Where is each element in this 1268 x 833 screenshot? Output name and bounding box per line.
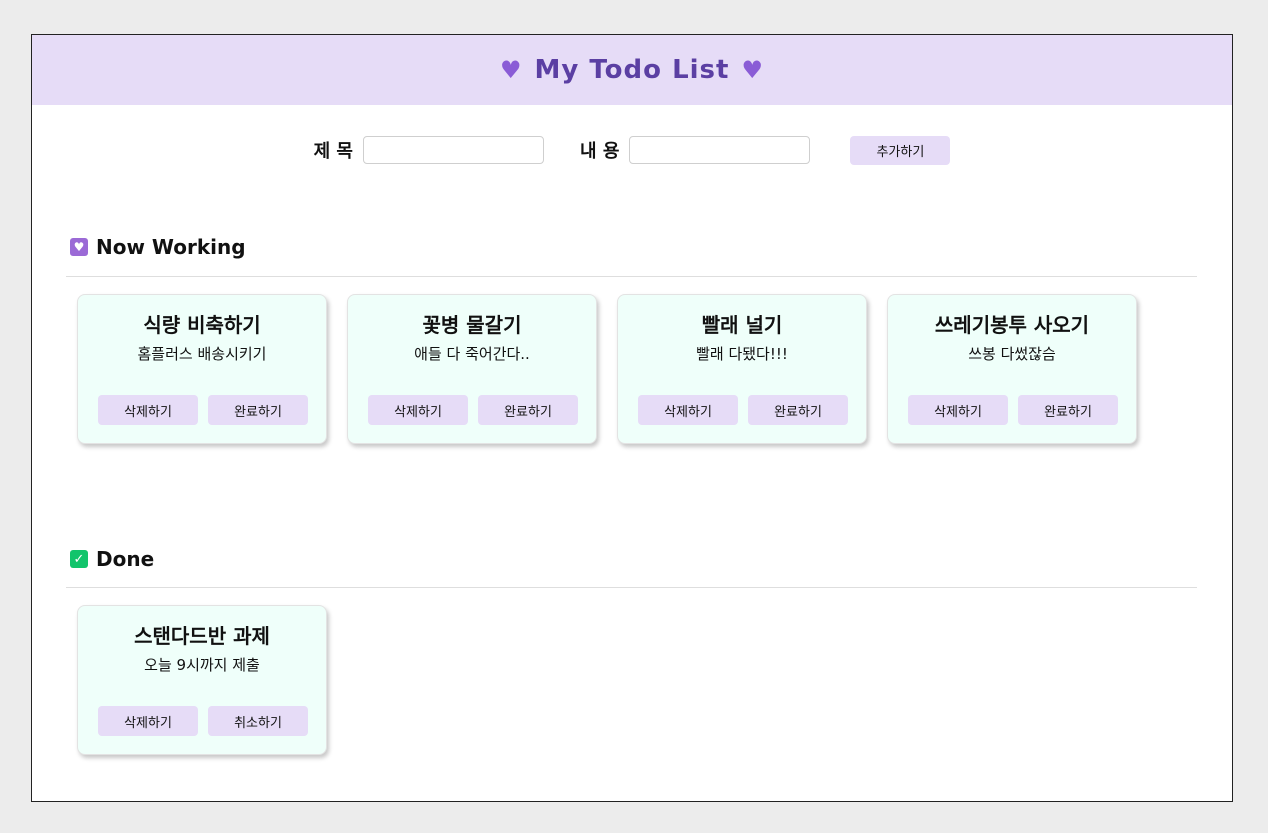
working-heading: Now Working [96, 235, 246, 259]
complete-button[interactable]: 완료하기 [208, 395, 308, 425]
add-button[interactable]: 추가하기 [850, 135, 951, 165]
app-header: ♥ My Todo List ♥ [32, 35, 1232, 105]
complete-button[interactable]: 완료하기 [478, 395, 578, 425]
todo-card-title: 스탠다드반 과제 [134, 624, 270, 648]
todo-card-actions: 삭제하기 취소하기 [98, 706, 308, 736]
done-heading: Done [96, 547, 155, 571]
heart-decoration-icon: ♥ [70, 238, 88, 256]
todo-card: 식량 비축하기 홈플러스 배송시키기 삭제하기 완료하기 [77, 294, 327, 444]
todo-card: 빨래 널기 빨래 다됐다!!! 삭제하기 완료하기 [617, 294, 867, 444]
title-label: 제 목 [313, 141, 353, 162]
todo-card-title: 꽃병 물갈기 [422, 313, 522, 337]
done-section-title: ✓ Done [70, 547, 154, 571]
content-label: 내 용 [580, 141, 620, 162]
todo-card-content: 빨래 다됐다!!! [696, 345, 788, 363]
working-cards: 식량 비축하기 홈플러스 배송시키기 삭제하기 완료하기 꽃병 물갈기 애들 다… [77, 294, 1137, 444]
app-frame: ♥ My Todo List ♥ 제 목 내 용 추가하기 ♥ Now Work… [31, 34, 1233, 802]
delete-button[interactable]: 삭제하기 [638, 395, 738, 425]
check-mark-icon: ✓ [70, 550, 88, 568]
add-todo-form: 제 목 내 용 추가하기 [32, 135, 1232, 165]
todo-card-content: 쓰봉 다썼잖슴 [968, 345, 1056, 363]
todo-card-content: 오늘 9시까지 제출 [144, 656, 260, 674]
delete-button[interactable]: 삭제하기 [98, 395, 198, 425]
title-input[interactable] [363, 136, 544, 164]
done-cards: 스탠다드반 과제 오늘 9시까지 제출 삭제하기 취소하기 [77, 605, 327, 755]
todo-card-content: 애들 다 죽어간다.. [414, 345, 530, 363]
todo-card-actions: 삭제하기 완료하기 [908, 395, 1118, 425]
done-divider [66, 587, 1197, 588]
todo-card-content: 홈플러스 배송시키기 [137, 345, 267, 363]
complete-button[interactable]: 완료하기 [748, 395, 848, 425]
app-title: ♥ My Todo List ♥ [500, 55, 764, 85]
content-input[interactable] [629, 136, 811, 164]
todo-card-actions: 삭제하기 완료하기 [368, 395, 578, 425]
todo-card-actions: 삭제하기 완료하기 [638, 395, 848, 425]
todo-card: 꽃병 물갈기 애들 다 죽어간다.. 삭제하기 완료하기 [347, 294, 597, 444]
purple-heart-icon: ♥ [500, 56, 523, 84]
todo-card: 스탠다드반 과제 오늘 9시까지 제출 삭제하기 취소하기 [77, 605, 327, 755]
working-section-title: ♥ Now Working [70, 235, 246, 259]
working-divider [66, 276, 1197, 277]
delete-button[interactable]: 삭제하기 [98, 706, 198, 736]
todo-card-title: 식량 비축하기 [143, 313, 261, 337]
todo-card-title: 쓰레기봉투 사오기 [934, 313, 1090, 337]
delete-button[interactable]: 삭제하기 [368, 395, 468, 425]
todo-card-actions: 삭제하기 완료하기 [98, 395, 308, 425]
cancel-button[interactable]: 취소하기 [208, 706, 308, 736]
app-title-text: My Todo List [534, 55, 730, 85]
todo-card-title: 빨래 널기 [701, 313, 783, 337]
purple-heart-icon: ♥ [741, 56, 764, 84]
complete-button[interactable]: 완료하기 [1018, 395, 1118, 425]
todo-card: 쓰레기봉투 사오기 쓰봉 다썼잖슴 삭제하기 완료하기 [887, 294, 1137, 444]
delete-button[interactable]: 삭제하기 [908, 395, 1008, 425]
